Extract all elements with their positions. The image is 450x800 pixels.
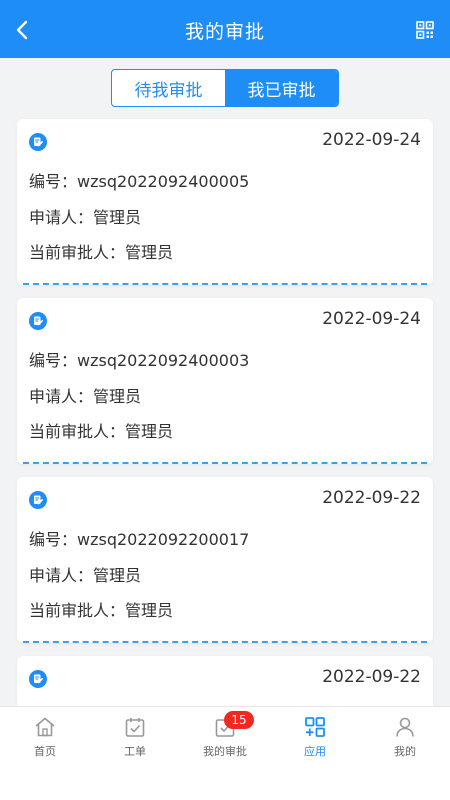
tabbar-label: 工单 [124, 745, 146, 758]
approval-card[interactable]: 2022-09-22 [17, 656, 433, 706]
record-number: 编号：wzsq2022092400003 [29, 351, 250, 370]
approval-segment-control: 待我审批 我已审批 [111, 69, 339, 107]
record-date: 2022-09-22 [322, 667, 421, 687]
tabbar-item-home[interactable]: 首页 [0, 707, 90, 767]
record-current-approver: 当前审批人：管理员 [29, 422, 174, 441]
document-edit-icon [29, 133, 47, 151]
app-header: 我的审批 [0, 0, 450, 58]
tabbar-label: 我的 [394, 745, 416, 758]
record-date: 2022-09-24 [322, 309, 421, 329]
record-current-approver: 当前审批人：管理员 [29, 601, 174, 620]
tabbar-label: 首页 [34, 745, 56, 758]
tab-pending-approval[interactable]: 待我审批 [112, 70, 225, 106]
tabbar-label: 我的审批 [203, 745, 247, 758]
tabbar-item-work-orders[interactable]: 工单 [90, 707, 180, 767]
document-edit-icon [29, 312, 47, 330]
calendar-check-icon [125, 718, 145, 737]
card-divider [23, 462, 427, 464]
record-applicant: 申请人：管理员 [29, 387, 142, 406]
approval-card[interactable]: 2022-09-24 编号：wzsq2022092400005 申请人：管理员 … [17, 119, 433, 285]
record-number: 编号：wzsq2022092200017 [29, 530, 250, 549]
document-edit-icon [29, 491, 47, 509]
approval-card[interactable]: 2022-09-24 编号：wzsq2022092400003 申请人：管理员 … [17, 298, 433, 464]
record-date: 2022-09-22 [322, 488, 421, 508]
tab-approved-by-me[interactable]: 我已审批 [225, 70, 338, 106]
record-number: 编号：wzsq2022092400005 [29, 172, 250, 191]
card-divider [23, 283, 427, 285]
record-applicant: 申请人：管理员 [29, 208, 142, 227]
record-applicant: 申请人：管理员 [29, 566, 142, 585]
page-title: 我的审批 [184, 21, 265, 43]
tabbar-item-profile[interactable]: 我的 [360, 707, 450, 767]
document-edit-icon [29, 670, 47, 688]
record-current-approver: 当前审批人：管理员 [29, 243, 174, 262]
user-icon [396, 717, 414, 737]
record-date: 2022-09-24 [322, 130, 421, 150]
qr-scan-icon[interactable] [416, 21, 434, 39]
tabbar-label: 应用 [304, 745, 326, 758]
card-divider [23, 641, 427, 643]
home-icon [35, 717, 55, 737]
approval-card[interactable]: 2022-09-22 编号：wzsq2022092200017 申请人：管理员 … [17, 477, 433, 643]
tabbar-item-apps[interactable]: 应用 [270, 707, 360, 767]
apps-grid-icon [305, 717, 325, 737]
approval-count-badge: 15 [224, 711, 254, 729]
